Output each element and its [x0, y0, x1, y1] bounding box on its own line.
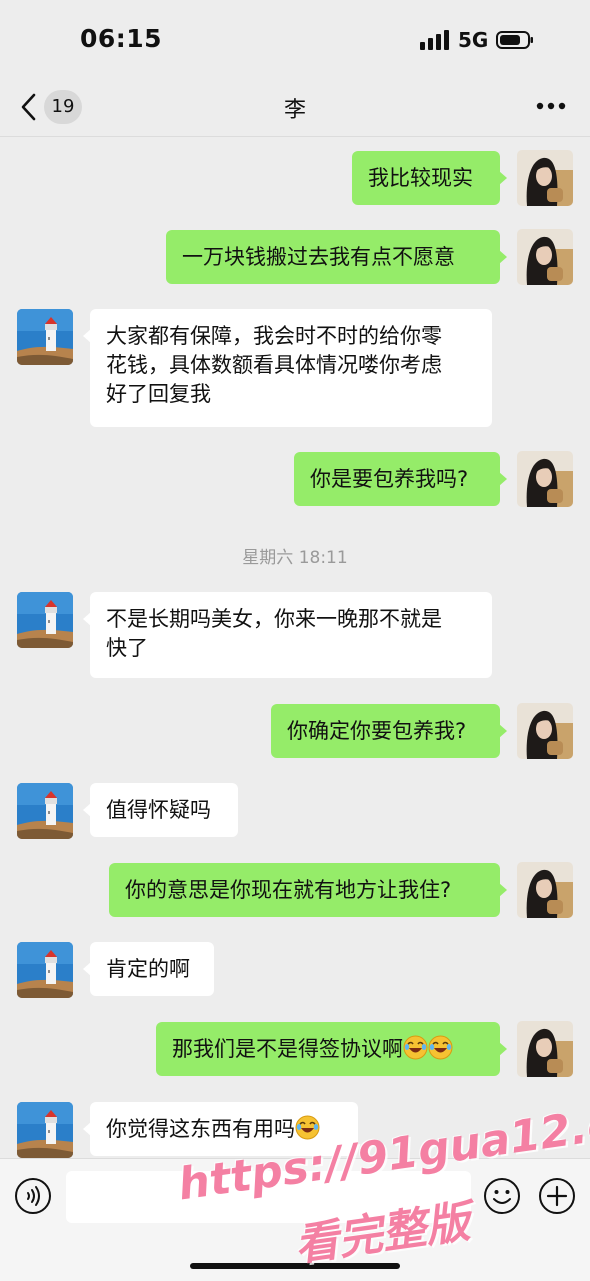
emoji-picker-icon[interactable]: [483, 1177, 521, 1215]
contact-avatar[interactable]: [17, 1102, 73, 1158]
sent-message-bubble[interactable]: 我比较现实: [352, 151, 507, 205]
status-bar: 06:15 5G: [0, 0, 590, 80]
received-message-bubble[interactable]: 肯定的啊: [83, 942, 214, 996]
add-more-icon[interactable]: [538, 1177, 576, 1215]
message-text: 大家都有保障，我会时不时的给你零 花钱，具体数额看具体情况喽你考虑 好了回复我: [106, 324, 442, 406]
sent-message-bubble[interactable]: 你是要包养我吗?: [294, 452, 507, 506]
signal-icon: [420, 30, 449, 50]
message-text: 你确定你要包养我?: [287, 719, 467, 743]
contact-avatar[interactable]: [17, 783, 73, 839]
contact-avatar[interactable]: [17, 592, 73, 648]
laughing-tears-emoji-icon: [295, 1115, 320, 1140]
message-text: 那我们是不是得签协议啊: [172, 1037, 403, 1061]
my-avatar[interactable]: [517, 150, 573, 206]
chat-header: 19 李: [0, 80, 590, 137]
contact-avatar[interactable]: [17, 309, 73, 365]
my-avatar[interactable]: [517, 862, 573, 918]
sent-message-bubble[interactable]: 你的意思是你现在就有地方让我住?: [109, 863, 507, 917]
received-message-bubble[interactable]: 大家都有保障，我会时不时的给你零 花钱，具体数额看具体情况喽你考虑 好了回复我: [83, 309, 492, 427]
my-avatar[interactable]: [517, 229, 573, 285]
more-options-icon[interactable]: [536, 102, 566, 110]
laughing-tears-emoji-icon: [428, 1035, 453, 1060]
sent-message-bubble[interactable]: 一万块钱搬过去我有点不愿意: [166, 230, 507, 284]
status-time: 06:15: [80, 24, 163, 53]
message-text: 你的意思是你现在就有地方让我住?: [125, 878, 452, 902]
my-avatar[interactable]: [517, 451, 573, 507]
my-avatar[interactable]: [517, 703, 573, 759]
voice-input-icon[interactable]: [14, 1177, 52, 1215]
my-avatar[interactable]: [517, 1021, 573, 1077]
message-text: 你是要包养我吗?: [310, 467, 469, 491]
laughing-tears-emoji-icon: [403, 1035, 428, 1060]
network-type: 5G: [458, 28, 489, 52]
chat-timestamp: 星期六 18:11: [242, 548, 348, 568]
received-message-bubble[interactable]: 不是长期吗美女，你来一晚那不就是 快了: [83, 592, 492, 678]
message-text: 值得怀疑吗: [106, 798, 211, 822]
message-text: 一万块钱搬过去我有点不愿意: [182, 245, 455, 269]
message-text: 我比较现实: [368, 166, 473, 190]
chat-title: 李: [283, 98, 306, 123]
contact-avatar[interactable]: [17, 942, 73, 998]
sent-message-bubble[interactable]: 那我们是不是得签协议啊: [156, 1022, 507, 1076]
battery-icon: [496, 31, 533, 49]
message-text: 不是长期吗美女，你来一晚那不就是 快了: [106, 607, 442, 660]
message-text: 肯定的啊: [106, 957, 190, 981]
sent-message-bubble[interactable]: 你确定你要包养我?: [271, 704, 507, 758]
home-indicator: [190, 1263, 400, 1269]
message-text: 你觉得这东西有用吗: [106, 1117, 295, 1141]
received-message-bubble[interactable]: 值得怀疑吗: [83, 783, 238, 837]
